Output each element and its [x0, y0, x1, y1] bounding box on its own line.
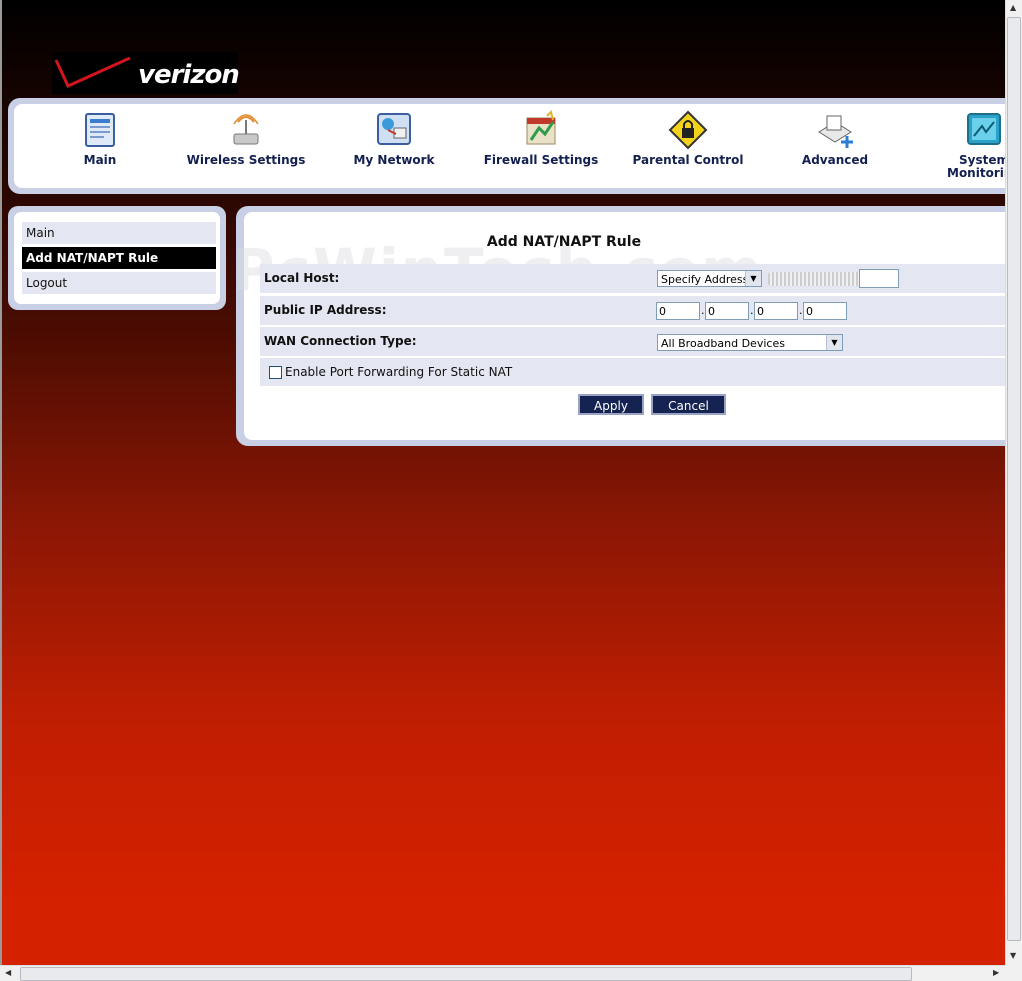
firewall-icon [526, 110, 556, 145]
scroll-up-icon[interactable]: ▲ [1010, 3, 1016, 12]
public-ip-octet-2[interactable]: 0 [705, 302, 749, 320]
scroll-left-icon[interactable]: ◀ [5, 968, 11, 977]
scrollbar-corner [1005, 965, 1022, 981]
wan-connection-select-value: All Broadband Devices [661, 337, 785, 350]
nav-item-parental-control[interactable]: Parental Control [628, 110, 748, 167]
top-navigation-inner: Main Wireless Settings My Network Firewa… [14, 104, 1021, 188]
sidebar-item-logout[interactable]: Logout [22, 272, 216, 294]
monitor-icon [967, 113, 1001, 145]
nav-item-advanced[interactable]: Advanced [775, 110, 895, 167]
nav-label: Firewall Settings [483, 153, 599, 167]
verizon-logo: verizon [52, 52, 240, 94]
chevron-down-icon: ▼ [745, 271, 761, 286]
nav-item-main[interactable]: Main [40, 110, 160, 167]
nav-label: Parental Control [632, 153, 744, 167]
ip-separator: . [701, 304, 705, 317]
nav-label: Wireless Settings [186, 153, 306, 167]
public-ip-octet-1[interactable]: 0 [656, 302, 700, 320]
horizontal-scroll-thumb[interactable] [20, 967, 912, 981]
ip-separator: . [750, 304, 754, 317]
port-forwarding-checkbox[interactable] [269, 366, 282, 379]
public-ip-octet-4[interactable]: 0 [803, 302, 847, 320]
local-host-address-input[interactable] [859, 269, 899, 288]
sidebar-inner: Main Add NAT/NAPT Rule Logout [14, 212, 220, 304]
top-navigation: Main Wireless Settings My Network Firewa… [8, 98, 1021, 194]
nav-item-my-network[interactable]: My Network [334, 110, 454, 167]
lock-icon [668, 110, 708, 150]
nav-label: Main [83, 153, 117, 167]
cancel-button[interactable]: Cancel [651, 394, 726, 415]
main-icon [85, 113, 115, 147]
ip-separator: . [799, 304, 803, 317]
wireless-icon [233, 114, 259, 145]
horizontal-scrollbar[interactable]: ◀ ▶ [0, 965, 1005, 981]
public-ip-label: Public IP Address: [264, 303, 387, 317]
scroll-down-icon[interactable]: ▼ [1010, 951, 1016, 960]
nav-item-wireless-settings[interactable]: Wireless Settings [186, 110, 306, 167]
checkmark-logo-icon [54, 56, 131, 88]
nav-label: My Network [353, 153, 435, 167]
advanced-icon [818, 115, 853, 148]
chevron-down-icon: ▼ [826, 335, 842, 350]
logo-text: verizon [138, 60, 240, 90]
page-title: Add NAT/NAPT Rule [486, 234, 642, 250]
local-host-select[interactable]: Specify Address ▼ [657, 270, 762, 287]
public-ip-octet-3[interactable]: 0 [754, 302, 798, 320]
wan-connection-row: WAN Connection Type: [260, 327, 1005, 356]
public-ip-row: Public IP Address: [260, 296, 1005, 325]
address-autocomplete-blur [768, 272, 860, 286]
scroll-right-icon[interactable]: ▶ [993, 968, 999, 977]
port-forwarding-label: Enable Port Forwarding For Static NAT [285, 365, 513, 379]
vertical-scroll-thumb[interactable] [1007, 17, 1021, 941]
nav-item-firewall-settings[interactable]: Firewall Settings [481, 110, 601, 167]
sidebar-item-add-nat-napt-rule[interactable]: Add NAT/NAPT Rule [22, 247, 216, 269]
wan-connection-label: WAN Connection Type: [264, 334, 417, 348]
nav-label: Advanced [801, 153, 869, 167]
sidebar: Main Add NAT/NAPT Rule Logout [8, 206, 226, 310]
window-border [0, 0, 2, 981]
apply-button[interactable]: Apply [578, 394, 644, 415]
vertical-scrollbar[interactable]: ▲ ▼ [1005, 0, 1022, 965]
local-host-label: Local Host: [264, 271, 340, 285]
wan-connection-select[interactable]: All Broadband Devices ▼ [657, 334, 843, 351]
local-host-select-value: Specify Address [661, 273, 749, 286]
network-icon [377, 113, 411, 145]
